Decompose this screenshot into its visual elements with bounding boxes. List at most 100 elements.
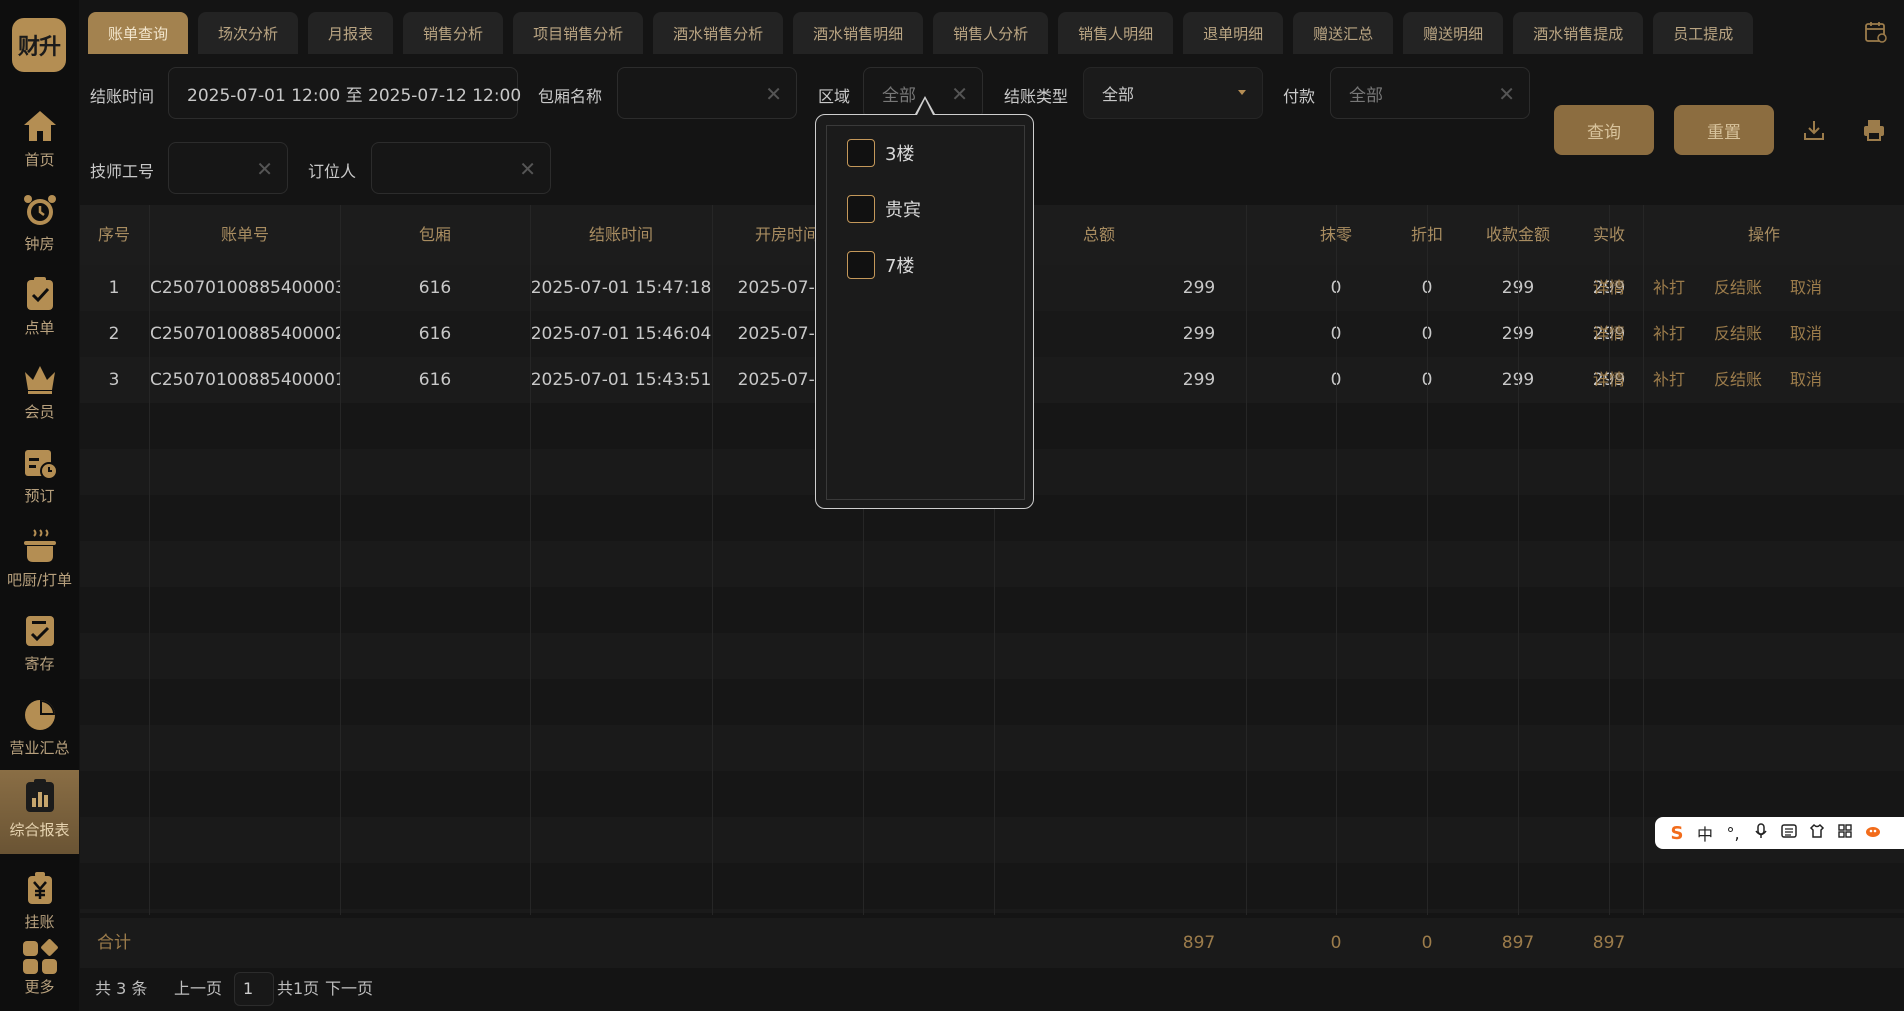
column-divider [340, 205, 341, 915]
reset-button[interactable]: 重置 [1674, 105, 1774, 155]
column-divider [1609, 205, 1610, 915]
sidebar-item-more[interactable]: 更多 [0, 930, 79, 1011]
calendar-icon[interactable] [1864, 20, 1888, 44]
checkout-type-label: 结账类型 [1004, 87, 1069, 106]
column-divider [1427, 205, 1428, 915]
microphone-icon[interactable] [1747, 823, 1775, 843]
sidebar-item-storage[interactable]: 寄存 [0, 604, 79, 688]
cell-total: 299 [1182, 278, 1216, 298]
apps-grid-icon[interactable] [1831, 823, 1859, 843]
ime-punct-toggle[interactable]: °, [1719, 824, 1747, 843]
tab-drinks-sales-analysis[interactable]: 酒水销售分析 [653, 12, 784, 54]
tab-session-analysis[interactable]: 场次分析 [198, 12, 299, 54]
next-page-button[interactable]: 下一页 [325, 975, 373, 999]
totals-round: 0 [1330, 933, 1342, 953]
sidebar-item-label: 综合报表 [9, 821, 70, 839]
report-tabs: 账单查询 场次分析 月报表 销售分析 项目销售分析 酒水销售分析 酒水销售明细 … [88, 12, 1763, 54]
sidebar-item-home[interactable]: 首页 [0, 100, 79, 184]
row-action-reprint[interactable]: 补打 [1653, 311, 1685, 357]
tab-item-sales-analysis[interactable]: 项目销售分析 [513, 12, 644, 54]
sidebar-item-order[interactable]: 点单 [0, 268, 79, 352]
tab-salesperson-detail[interactable]: 销售人明细 [1058, 12, 1174, 54]
yen-icon [27, 872, 52, 904]
tech-id-label: 技师工号 [90, 162, 155, 181]
clear-icon[interactable]: ✕ [519, 157, 536, 181]
row-action-cancel[interactable]: 取消 [1790, 357, 1822, 403]
ime-logo-icon[interactable]: S [1663, 823, 1691, 844]
payment-label: 付款 [1283, 87, 1316, 106]
ime-mode-toggle[interactable]: 中 [1691, 821, 1719, 845]
area-option-label: 3楼 [885, 144, 915, 165]
tab-gift-summary[interactable]: 赠送汇总 [1293, 12, 1394, 54]
sidebar-item-member[interactable]: 会员 [0, 352, 79, 436]
tab-refund-detail[interactable]: 退单明细 [1183, 12, 1284, 54]
checkbox[interactable] [847, 195, 875, 223]
clear-icon[interactable]: ✕ [951, 82, 968, 106]
area-option[interactable]: 3楼 [847, 138, 914, 168]
popover-arrow-inner [917, 99, 933, 115]
room-name-input[interactable]: ✕ [617, 67, 797, 119]
payment-value: 全部 [1349, 85, 1383, 106]
row-action-reprint[interactable]: 补打 [1653, 357, 1685, 403]
page-number-input[interactable]: 1 [234, 972, 274, 1006]
checkout-type-value: 全部 [1102, 85, 1135, 104]
totals-actual: 897 [1592, 933, 1626, 953]
skin-icon[interactable] [1803, 823, 1831, 843]
area-option-label: 7楼 [885, 256, 915, 277]
row-action-reverse-checkout[interactable]: 反结账 [1714, 265, 1762, 311]
tab-drinks-commission[interactable]: 酒水销售提成 [1513, 12, 1644, 54]
cell-room: 616 [418, 324, 452, 344]
cell-checkout: 2025-07-01 15:46:04 [530, 324, 712, 344]
cell-checkout: 2025-07-01 15:43:51 [530, 370, 712, 390]
sidebar-item-label: 更多 [24, 978, 55, 996]
col-header: 操作 [1747, 225, 1780, 244]
download-icon[interactable] [1802, 118, 1826, 142]
totals-received: 897 [1501, 933, 1535, 953]
tab-gift-detail[interactable]: 赠送明细 [1403, 12, 1504, 54]
sidebar-item-label: 预订 [24, 487, 55, 505]
tab-sales-analysis[interactable]: 销售分析 [403, 12, 504, 54]
print-icon[interactable] [1862, 118, 1886, 142]
tab-bill-query[interactable]: 账单查询 [88, 12, 189, 54]
checkout-time-range-input[interactable]: 2025-07-01 12:00 至 2025-07-12 12:00 [168, 67, 521, 119]
query-button[interactable]: 查询 [1554, 105, 1654, 155]
tab-staff-commission[interactable]: 员工提成 [1653, 12, 1754, 54]
row-action-reprint[interactable]: 补打 [1653, 265, 1685, 311]
tab-monthly-report[interactable]: 月报表 [308, 12, 394, 54]
checkbox[interactable] [847, 251, 875, 279]
tab-drinks-sales-detail[interactable]: 酒水销售明细 [793, 12, 924, 54]
checkout-time-label: 结账时间 [90, 87, 155, 106]
payment-select[interactable]: 全部 ✕ [1330, 67, 1530, 119]
area-option[interactable]: 贵宾 [847, 194, 921, 224]
row-action-cancel[interactable]: 取消 [1790, 311, 1822, 357]
area-option[interactable]: 7楼 [847, 250, 914, 280]
checkbox[interactable] [847, 139, 875, 167]
sidebar-item-label: 钟房 [24, 235, 55, 253]
table-footer-totals: 合计 897 0 0 897 897 [80, 918, 1904, 968]
sidebar-item-reports[interactable]: 综合报表 [0, 770, 79, 854]
column-divider [530, 205, 531, 915]
tab-salesperson-analysis[interactable]: 销售人分析 [933, 12, 1049, 54]
home-icon [23, 111, 56, 141]
clear-icon[interactable]: ✕ [256, 157, 273, 181]
totals-discount: 0 [1421, 933, 1433, 953]
row-action-reverse-checkout[interactable]: 反结账 [1714, 311, 1762, 357]
sidebar-item-kitchen[interactable]: 吧厨/打单 [0, 520, 79, 604]
tech-id-input[interactable]: ✕ [168, 142, 288, 194]
prev-page-button[interactable]: 上一页 [174, 975, 222, 999]
sidebar-item-label: 会员 [24, 403, 55, 421]
booker-input[interactable]: ✕ [371, 142, 551, 194]
calendar-clock-icon [24, 450, 58, 480]
keyboard-icon[interactable] [1775, 823, 1803, 843]
column-divider [1518, 205, 1519, 915]
row-action-reverse-checkout[interactable]: 反结账 [1714, 357, 1762, 403]
row-action-cancel[interactable]: 取消 [1790, 265, 1822, 311]
clear-icon[interactable]: ✕ [765, 82, 782, 106]
sidebar-item-bell-room[interactable]: 钟房 [0, 184, 79, 268]
app-logo: 财升 [12, 18, 66, 72]
clear-icon[interactable]: ✕ [1498, 82, 1515, 106]
checkout-type-select[interactable]: 全部 [1083, 67, 1263, 119]
mascot-icon[interactable] [1859, 823, 1887, 843]
sidebar-item-business-summary[interactable]: 营业汇总 [0, 688, 79, 772]
sidebar-item-booking[interactable]: 预订 [0, 436, 79, 520]
